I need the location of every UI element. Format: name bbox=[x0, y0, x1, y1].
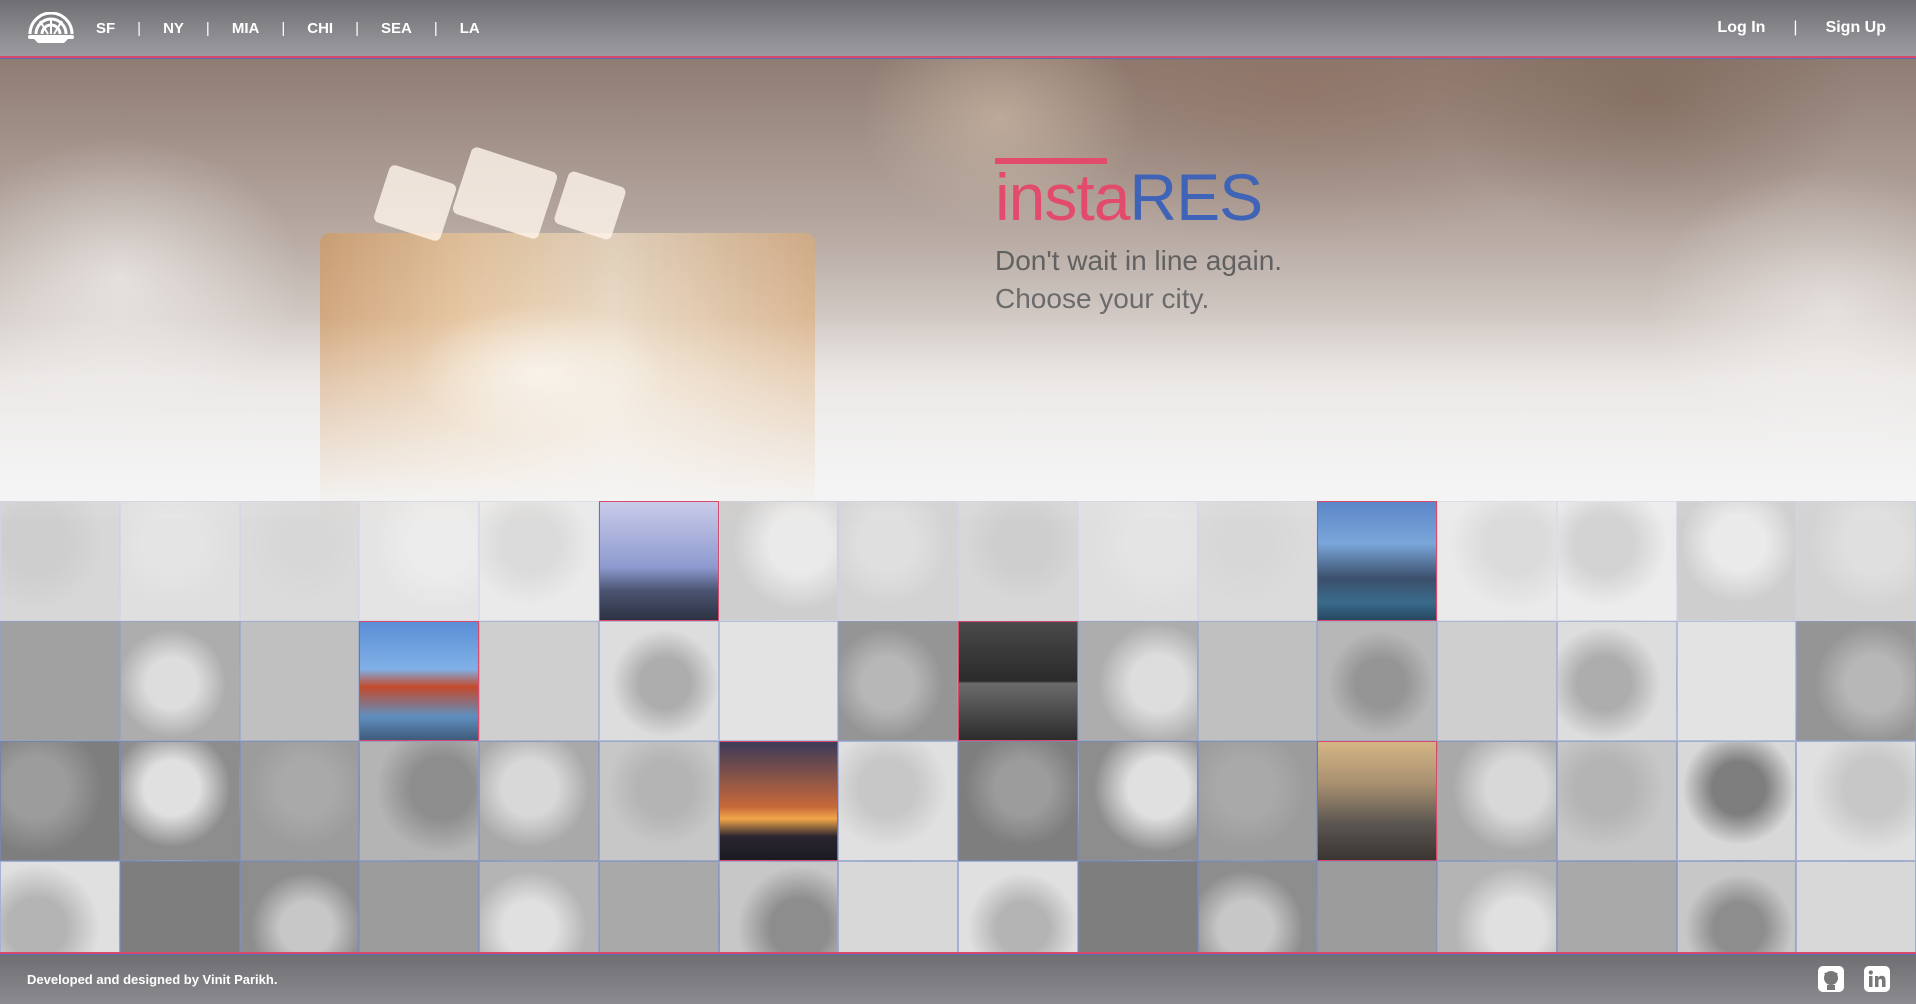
grid-photo-tile bbox=[0, 621, 120, 741]
grid-photo-tile bbox=[239, 741, 360, 861]
nav-separator: | bbox=[1793, 19, 1798, 36]
grid-photo-tile bbox=[1676, 621, 1797, 741]
grid-photo-tile bbox=[958, 501, 1078, 621]
grid-photo-tile bbox=[119, 501, 240, 621]
grid-photo-tile bbox=[1796, 501, 1916, 621]
grid-photo-tile bbox=[1197, 741, 1318, 861]
nav-city-sea[interactable]: SEA bbox=[381, 20, 412, 37]
github-icon[interactable] bbox=[1818, 966, 1844, 992]
grid-photo-tile bbox=[239, 621, 360, 741]
city-photo-tile[interactable] bbox=[359, 621, 479, 741]
city-photo-tile[interactable] bbox=[598, 501, 719, 621]
nav-city-ny[interactable]: NY bbox=[163, 20, 184, 37]
login-link[interactable]: Log In bbox=[1717, 19, 1765, 37]
hero-fade bbox=[0, 318, 1916, 518]
grid-photo-tile bbox=[1437, 621, 1557, 741]
grid-photo-tile bbox=[1676, 501, 1797, 621]
grid-photo-tile bbox=[359, 741, 479, 861]
grid-photo-tile bbox=[479, 741, 599, 861]
grid-photo-tile bbox=[0, 741, 120, 861]
hero-ice-cube bbox=[552, 170, 628, 241]
nav-separator: | bbox=[281, 19, 286, 37]
grid-photo-tile bbox=[598, 741, 719, 861]
grid-photo-tile bbox=[119, 741, 240, 861]
brand-res: RES bbox=[1129, 160, 1263, 234]
home-logo-icon[interactable] bbox=[26, 12, 76, 44]
grid-photo-tile bbox=[838, 741, 958, 861]
grid-photo-tile bbox=[1556, 501, 1677, 621]
city-photo-tile[interactable] bbox=[1317, 741, 1437, 861]
grid-photo-tile bbox=[1556, 741, 1677, 861]
brand-block: instaRES Don't wait in line again. Choos… bbox=[995, 158, 1282, 318]
nav-city-mia[interactable]: MIA bbox=[232, 20, 260, 37]
nav-city-sf[interactable]: SF bbox=[96, 20, 115, 37]
linkedin-icon[interactable] bbox=[1864, 966, 1890, 992]
hero-ice-cube bbox=[372, 163, 458, 243]
grid-photo-tile bbox=[1437, 741, 1557, 861]
city-nav: SF | NY | MIA | CHI | SEA | LA bbox=[96, 0, 480, 56]
grid-photo-tile bbox=[1077, 501, 1198, 621]
grid-photo-tile bbox=[598, 621, 719, 741]
grid-photo-tile bbox=[838, 501, 958, 621]
grid-photo-tile bbox=[1077, 621, 1198, 741]
grid-photo-tile bbox=[1197, 621, 1318, 741]
nav-city-la[interactable]: LA bbox=[460, 20, 480, 37]
grid-photo-tile bbox=[479, 501, 599, 621]
city-photo-tile[interactable] bbox=[1317, 501, 1437, 621]
hero-ice-cube bbox=[451, 145, 559, 241]
nav-separator: | bbox=[137, 19, 142, 37]
nav-separator: | bbox=[205, 19, 210, 37]
photo-grid bbox=[0, 501, 1916, 981]
footer-credit: Developed and designed by Vinit Parikh. bbox=[27, 971, 278, 987]
grid-photo-tile bbox=[1437, 501, 1557, 621]
brand-insta: insta bbox=[995, 160, 1130, 234]
grid-photo-tile bbox=[1077, 741, 1198, 861]
grid-photo-tile bbox=[718, 621, 839, 741]
tagline: Don't wait in line again. Choose your ci… bbox=[995, 242, 1282, 318]
nav-city-chi[interactable]: CHI bbox=[307, 20, 333, 37]
grid-photo-tile bbox=[359, 501, 479, 621]
grid-photo-tile bbox=[479, 621, 599, 741]
grid-photo-tile bbox=[1796, 621, 1916, 741]
footer-social-icons bbox=[1818, 966, 1890, 992]
footer: Developed and designed by Vinit Parikh. bbox=[0, 952, 1916, 1004]
grid-photo-tile bbox=[239, 501, 360, 621]
tagline-line-1: Don't wait in line again. bbox=[995, 245, 1283, 276]
grid-photo-tile bbox=[718, 501, 839, 621]
auth-nav: Log In | Sign Up bbox=[1717, 0, 1886, 56]
city-photo-tile[interactable] bbox=[718, 741, 839, 861]
grid-photo-tile bbox=[958, 741, 1078, 861]
grid-photo-tile bbox=[0, 501, 120, 621]
grid-photo-tile bbox=[119, 621, 240, 741]
grid-photo-tile bbox=[1676, 741, 1797, 861]
nav-separator: | bbox=[433, 19, 438, 37]
city-photo-tile[interactable] bbox=[958, 621, 1078, 741]
grid-photo-tile bbox=[1197, 501, 1318, 621]
tagline-line-2: Choose your city. bbox=[995, 283, 1210, 314]
grid-photo-tile bbox=[1556, 621, 1677, 741]
signup-link[interactable]: Sign Up bbox=[1826, 19, 1886, 37]
brand-logo-text: instaRES bbox=[995, 164, 1282, 230]
hero-banner: instaRES Don't wait in line again. Choos… bbox=[0, 58, 1916, 518]
nav-separator: | bbox=[355, 19, 359, 37]
grid-photo-tile bbox=[838, 621, 958, 741]
grid-photo-tile bbox=[1317, 621, 1437, 741]
grid-photo-tile bbox=[1796, 741, 1916, 861]
top-nav: SF | NY | MIA | CHI | SEA | LA Log In | … bbox=[0, 0, 1916, 58]
